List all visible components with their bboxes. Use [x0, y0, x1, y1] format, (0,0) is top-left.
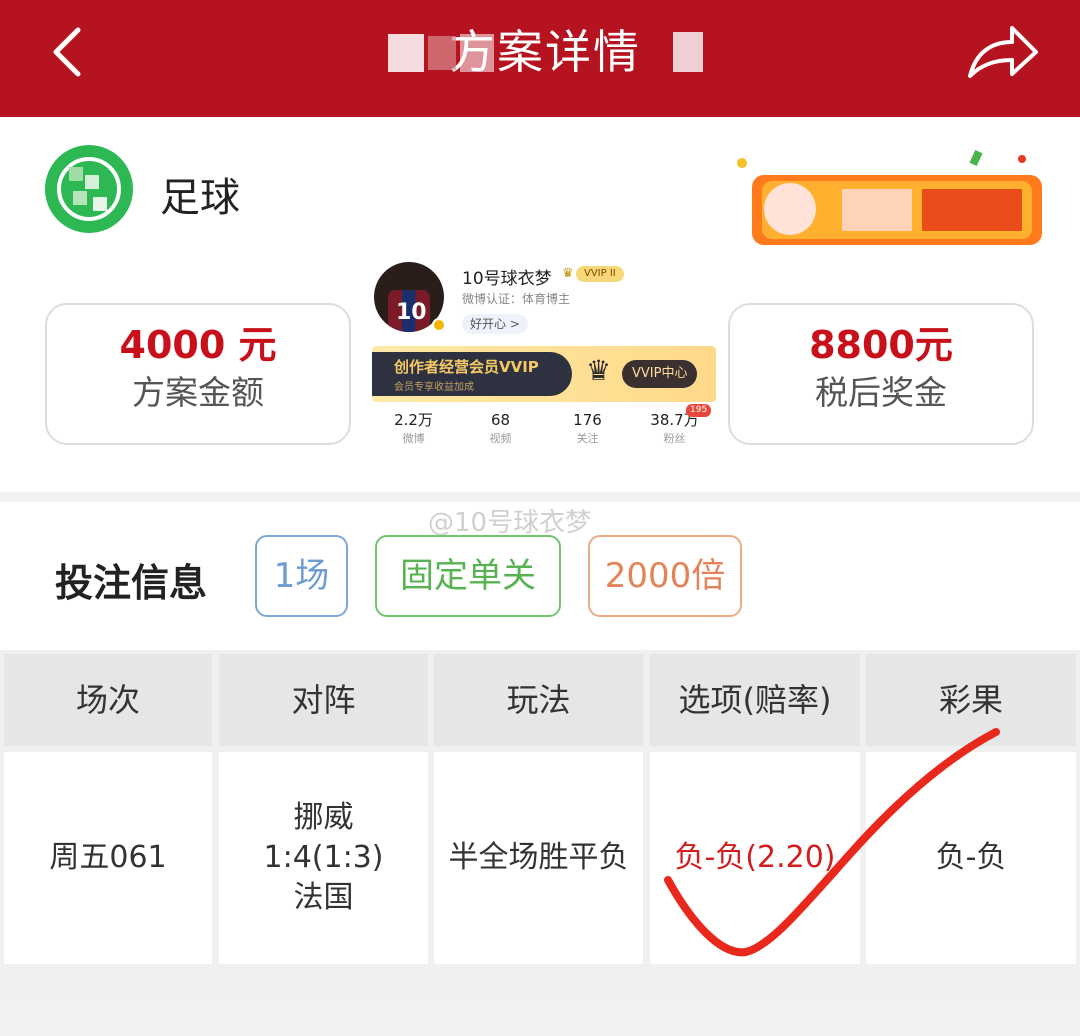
plan-amount-box: 4000 元 方案金额 [45, 303, 351, 445]
plan-amount-value: 4000 元 [119, 323, 277, 367]
bet-type-tag: 固定单关 [375, 535, 561, 617]
profile-name: 10号球衣梦 [462, 269, 552, 289]
title-blur-mask [388, 32, 703, 72]
table-header-result: 彩果 [866, 654, 1076, 746]
stat-value: 2.2万 [394, 411, 433, 429]
vip-banner[interactable]: 创作者经营会员VVIP 会员专享收益加成 ♛ VVIP中心 [372, 346, 716, 402]
profile-certification: 微博认证：体育博主 [462, 292, 571, 306]
table-header-matchup: 对阵 [219, 654, 428, 746]
stat-label: 微博 [402, 432, 425, 445]
home-team: 挪威 [293, 800, 354, 835]
table-cell-match-no: 周五061 [4, 752, 212, 964]
profile-card[interactable]: 10 10号球衣梦 VVIP II ♛ 微博认证：体育博主 好开心 > 创作者经… [370, 258, 718, 452]
shop-logo [45, 145, 133, 233]
prize-amount-label: 税后奖金 [815, 373, 947, 412]
crown-icon: ♛ [586, 354, 612, 387]
stat-value: 68 [490, 411, 511, 429]
plan-amount-label: 方案金额 [132, 373, 264, 412]
table-header-match-no: 场次 [4, 654, 212, 746]
match-count-tag: 1场 [255, 535, 348, 617]
table-header-play-type: 玩法 [434, 654, 643, 746]
jersey-number: 10 [396, 300, 427, 325]
stat-label: 关注 [576, 432, 599, 445]
watermark: @10号球衣梦 [428, 508, 592, 538]
stat-following[interactable]: 176 关注 [544, 410, 631, 452]
match-no: 周五061 [49, 840, 167, 875]
shop-name: 足球 [160, 175, 240, 221]
stat-label: 视频 [489, 432, 512, 445]
banner-subtitle: 会员专享收益加成 [394, 382, 474, 393]
stat-value: 176 [573, 411, 602, 429]
play-type: 半全场胜平负 [448, 840, 629, 875]
stat-label: 粉丝 [663, 432, 686, 445]
table-cell-play-type: 半全场胜平负 [434, 752, 643, 964]
soccer-ball-icon [57, 157, 121, 221]
result: 负-负 [935, 840, 1007, 875]
verified-icon [432, 318, 446, 332]
vvip-center-button[interactable]: VVIP中心 [622, 360, 698, 388]
crown-icon: ♛ [562, 266, 574, 281]
back-icon[interactable] [40, 22, 100, 82]
score: 1:4(1:3) [263, 840, 384, 875]
stat-video[interactable]: 68 视频 [457, 410, 544, 452]
top-bar: 方案详情 [0, 0, 1080, 117]
banner-title: 创作者经营会员VVIP [394, 358, 539, 376]
selection-odds: 负-负(2.20) [674, 840, 836, 875]
stat-weibo[interactable]: 2.2万 微博 [370, 410, 457, 452]
bet-info-title: 投注信息 [55, 561, 208, 605]
share-icon[interactable] [962, 16, 1042, 88]
table-header-selection: 选项(赔率) [650, 654, 860, 746]
fans-badge: 195 [686, 404, 712, 417]
profile-stats: 2.2万 微博 68 视频 176 关注 38.7万 粉丝 [370, 410, 718, 452]
prize-amount-box: 8800元 税后奖金 [728, 303, 1034, 445]
mood-chip[interactable]: 好开心 > [462, 314, 528, 334]
table-cell-selection: 负-负(2.20) [650, 752, 860, 964]
table-cell-result: 负-负 [866, 752, 1076, 964]
table-cell-matchup: 挪威 1:4(1:3) 法国 [219, 752, 428, 964]
promo-winning-badge[interactable] [722, 145, 1052, 255]
away-team: 法国 [293, 880, 354, 915]
prize-amount-value: 8800元 [809, 323, 953, 367]
multiplier-tag: 2000倍 [588, 535, 742, 617]
vip-badge: VVIP II [576, 266, 624, 282]
bet-table: 场次 对阵 玩法 选项(赔率) 彩果 周五061 挪威 1:4(1:3) 法国 … [0, 650, 1080, 998]
